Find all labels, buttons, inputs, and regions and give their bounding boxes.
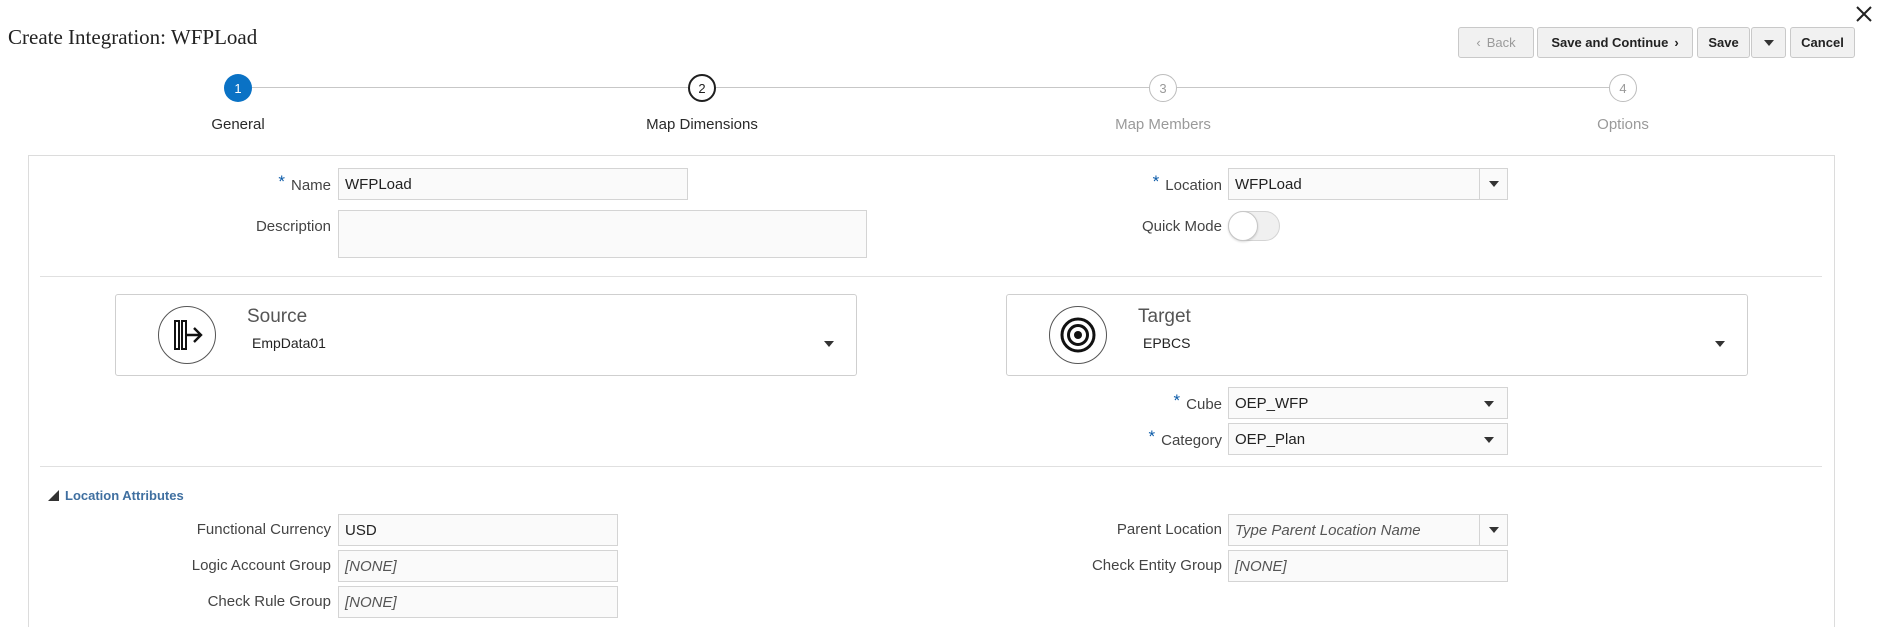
chevron-right-icon: › [1674, 35, 1679, 50]
save-button-label: Save [1708, 35, 1739, 50]
check-rule-group-label: Check Rule Group [207, 593, 331, 610]
step-3-indicator[interactable]: 3 [1149, 74, 1177, 102]
close-icon[interactable] [1852, 2, 1876, 26]
step-connector [1177, 87, 1609, 88]
required-icon: * [1173, 391, 1181, 410]
cube-value: OEP_WFP [1235, 394, 1309, 412]
back-button-label: Back [1486, 35, 1516, 50]
location-value: WFPLoad [1235, 175, 1302, 193]
collapse-triangle-icon [48, 490, 59, 501]
step-2-indicator[interactable]: 2 [688, 74, 716, 102]
target-icon [1049, 306, 1107, 364]
chevron-down-icon [1484, 437, 1494, 443]
location-label: * Location [1152, 172, 1222, 194]
required-icon: * [278, 172, 285, 191]
save-and-continue-label: Save and Continue [1551, 35, 1669, 50]
chevron-down-icon[interactable] [1715, 341, 1725, 347]
cube-label: * Cube [1173, 391, 1222, 413]
chevron-down-icon[interactable] [824, 341, 834, 347]
category-label: * Category [1148, 427, 1223, 449]
logic-account-group-label: Logic Account Group [191, 557, 331, 574]
save-and-continue-button[interactable]: Save and Continue › [1537, 27, 1693, 58]
chevron-down-icon [1488, 181, 1499, 187]
name-input[interactable]: WFPLoad [338, 168, 688, 200]
chevron-down-icon [1488, 527, 1499, 533]
parent-location-label: Parent Location [1116, 521, 1222, 538]
parent-location-dropdown-button[interactable] [1479, 515, 1507, 545]
section-divider [40, 466, 1822, 467]
chevron-down-icon [1763, 39, 1774, 46]
step-4-indicator[interactable]: 4 [1609, 74, 1637, 102]
cancel-button-label: Cancel [1801, 35, 1844, 50]
save-options-dropdown[interactable] [1751, 27, 1786, 58]
step-4-label[interactable]: Options [1597, 116, 1649, 133]
description-label: Description [255, 218, 331, 235]
step-2-label[interactable]: Map Dimensions [646, 116, 758, 133]
quick-mode-toggle[interactable] [1228, 211, 1280, 241]
parent-location-select[interactable]: Type Parent Location Name [1228, 514, 1508, 546]
step-3-label[interactable]: Map Members [1115, 116, 1211, 133]
category-value: OEP_Plan [1235, 430, 1306, 448]
chevron-down-icon [1484, 401, 1494, 407]
description-input[interactable] [338, 210, 867, 258]
location-attributes-title: Location Attributes [65, 488, 184, 503]
location-dropdown-button[interactable] [1479, 169, 1507, 199]
step-1-indicator[interactable]: 1 [224, 74, 252, 102]
target-title: Target [1138, 306, 1191, 327]
chevron-left-icon: ‹ [1476, 35, 1481, 50]
section-divider [40, 276, 1822, 277]
required-icon: * [1148, 427, 1156, 446]
location-attributes-toggle[interactable]: Location Attributes [48, 488, 184, 503]
functional-currency-label: Functional Currency [196, 521, 331, 538]
step-1-label[interactable]: General [211, 116, 264, 133]
check-entity-group-label: Check Entity Group [1091, 557, 1222, 574]
quick-mode-label: Quick Mode [1141, 218, 1222, 235]
back-button[interactable]: ‹ Back [1458, 27, 1534, 58]
source-title: Source [247, 306, 308, 327]
source-card[interactable]: Source EmpData01 [115, 294, 857, 376]
target-card[interactable]: Target EPBCS [1006, 294, 1748, 376]
logic-account-group-input[interactable]: [NONE] [338, 550, 618, 582]
category-select[interactable]: OEP_Plan [1228, 423, 1508, 455]
source-arrow-icon [158, 306, 216, 364]
required-icon: * [1152, 172, 1160, 191]
target-value: EPBCS [1143, 335, 1191, 351]
page-title: Create Integration: WFPLoad [8, 25, 258, 49]
source-value: EmpData01 [252, 335, 326, 351]
location-select[interactable]: WFPLoad [1228, 168, 1508, 200]
step-connector [252, 87, 688, 88]
toggle-knob [1228, 211, 1258, 241]
name-label: * Name [278, 172, 331, 194]
parent-location-placeholder: Type Parent Location Name [1235, 521, 1421, 539]
check-rule-group-input[interactable]: [NONE] [338, 586, 618, 618]
cancel-button[interactable]: Cancel [1790, 27, 1855, 58]
cube-select[interactable]: OEP_WFP [1228, 387, 1508, 419]
functional-currency-input[interactable]: USD [338, 514, 618, 546]
step-connector [716, 87, 1149, 88]
check-entity-group-input[interactable]: [NONE] [1228, 550, 1508, 582]
save-button[interactable]: Save [1697, 27, 1750, 58]
